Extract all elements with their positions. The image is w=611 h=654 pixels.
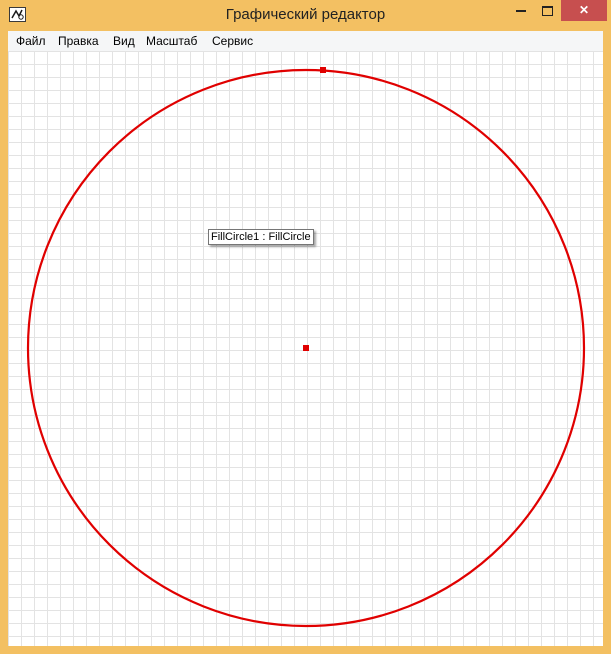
drawing-canvas[interactable]: FillCircle1 : FillCircle [8,51,603,646]
app-icon[interactable] [9,7,26,22]
app-window: Графический редактор ✕ Файл Правка Вид М… [0,0,611,654]
title-bar[interactable]: Графический редактор ✕ [0,0,611,30]
radius-handle[interactable] [320,67,326,73]
menu-item-file[interactable]: Файл [16,34,46,48]
minimize-button[interactable] [508,0,534,21]
minimize-icon [516,9,526,12]
center-handle[interactable] [303,345,309,351]
close-icon: ✕ [578,3,590,17]
menu-bar: Файл Правка Вид Масштаб Сервис [8,31,603,51]
close-button[interactable]: ✕ [561,0,607,21]
maximize-button[interactable] [534,0,561,21]
drawing-surface[interactable] [8,51,603,646]
menu-item-view[interactable]: Вид [113,34,135,48]
menu-item-service[interactable]: Сервис [212,34,253,48]
menu-item-edit[interactable]: Правка [58,34,99,48]
menu-item-scale[interactable]: Масштаб [146,34,197,48]
maximize-icon [542,5,553,16]
shape-tooltip: FillCircle1 : FillCircle [208,229,314,245]
